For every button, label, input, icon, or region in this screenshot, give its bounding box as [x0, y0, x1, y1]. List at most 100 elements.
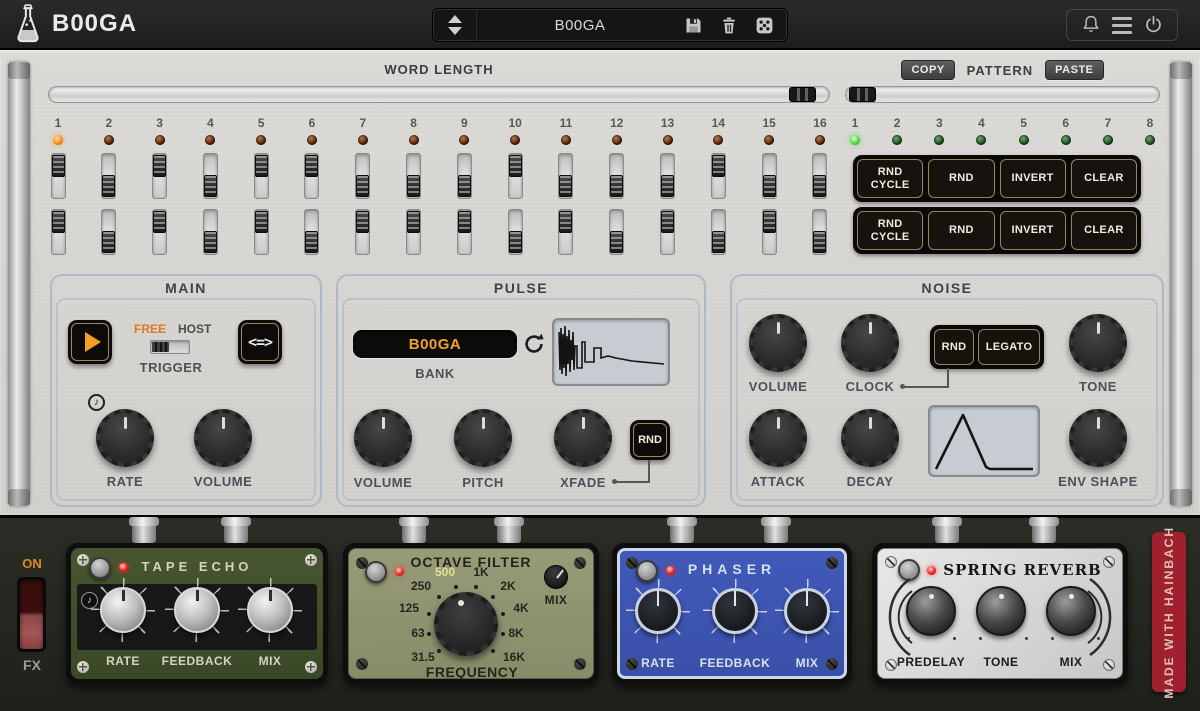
legato-button[interactable]: LEGATO [978, 329, 1040, 365]
word-length-slider[interactable] [48, 86, 830, 103]
fx-on-switch[interactable] [17, 577, 46, 652]
pulse-slider-r1-s14[interactable] [711, 153, 726, 199]
freq-option-1K[interactable]: 1K [473, 565, 488, 579]
pulse-slider-r1-s13[interactable] [660, 153, 675, 199]
preset-stepper[interactable] [433, 9, 477, 41]
clear-button[interactable]: CLEAR [1071, 211, 1137, 250]
phaser-feedback-knob[interactable] [708, 584, 762, 638]
env-shape-knob[interactable] [1069, 409, 1127, 467]
save-icon[interactable] [683, 15, 704, 36]
noise-length-slider[interactable] [845, 86, 1160, 103]
attack-knob[interactable] [749, 409, 807, 467]
phaser-rate-knob[interactable] [631, 584, 685, 638]
noise-length-slider-handle[interactable] [849, 87, 876, 102]
pulse-slider-r1-s5[interactable] [254, 153, 269, 199]
pulse-slider-r1-s10[interactable] [508, 153, 523, 199]
spring-mix-knob[interactable] [1046, 586, 1096, 636]
pulse-slider-r1-s7[interactable] [355, 153, 370, 199]
pulse-slider-r1-s6[interactable] [304, 153, 319, 199]
play-button[interactable] [68, 320, 112, 364]
freq-option-63[interactable]: 63 [411, 626, 424, 640]
preset-name[interactable]: B00GA [477, 17, 683, 34]
word-length-slider-handle[interactable] [789, 87, 816, 102]
trigger-free-label[interactable]: FREE [134, 322, 166, 336]
pulse-slider-r2-s16[interactable] [812, 209, 827, 255]
preset-up-icon[interactable] [448, 15, 462, 23]
pulse-slider-r2-s8[interactable] [406, 209, 421, 255]
xfade-rnd-button[interactable]: RND [630, 420, 670, 460]
midi-sync-button[interactable]: <=> [238, 320, 282, 364]
pulse-slider-r1-s2[interactable] [101, 153, 116, 199]
pulse-slider-r1-s8[interactable] [406, 153, 421, 199]
paste-button[interactable]: PASTE [1045, 60, 1103, 80]
copy-button[interactable]: COPY [901, 60, 954, 80]
frequency-knob[interactable] [434, 592, 498, 656]
noise-volume-knob[interactable] [749, 314, 807, 372]
clock-knob[interactable] [841, 314, 899, 372]
invert-button[interactable]: INVERT [1000, 211, 1066, 250]
pulse-slider-r1-s15[interactable] [762, 153, 777, 199]
freq-option-8K[interactable]: 8K [508, 626, 523, 640]
decay-knob[interactable] [841, 409, 899, 467]
pulse-slider-r1-s9[interactable] [457, 153, 472, 199]
rnd-cycle-button[interactable]: RND CYCLE [857, 211, 923, 250]
rate-knob[interactable] [96, 409, 154, 467]
pulse-slider-r1-s16[interactable] [812, 153, 827, 199]
pulse-slider-r2-s3[interactable] [152, 209, 167, 255]
spring-tone-knob[interactable] [976, 586, 1026, 636]
clock-rnd-button[interactable]: RND [934, 329, 974, 365]
pulse-volume-knob[interactable] [354, 409, 412, 467]
clear-button[interactable]: CLEAR [1071, 159, 1137, 198]
freq-option-2K[interactable]: 2K [500, 579, 515, 593]
tone-knob[interactable] [1069, 314, 1127, 372]
pulse-slider-r2-s2[interactable] [101, 209, 116, 255]
bank-display[interactable]: B00GA [353, 330, 517, 358]
pulse-slider-r2-s4[interactable] [203, 209, 218, 255]
invert-button[interactable]: INVERT [1000, 159, 1066, 198]
tape-mix-knob[interactable] [242, 582, 298, 638]
bell-icon[interactable] [1081, 14, 1101, 36]
pulse-slider-r1-s3[interactable] [152, 153, 167, 199]
pulse-slider-r1-s4[interactable] [203, 153, 218, 199]
pulse-slider-r2-s12[interactable] [609, 209, 624, 255]
pitch-knob[interactable] [454, 409, 512, 467]
tape-rate-knob[interactable] [95, 582, 151, 638]
trigger-host-label[interactable]: HOST [178, 322, 211, 336]
pulse-slider-r2-s5[interactable] [254, 209, 269, 255]
preset-down-icon[interactable] [448, 27, 462, 35]
main-volume-knob[interactable] [194, 409, 252, 467]
freq-option-16K[interactable]: 16K [503, 650, 525, 664]
rnd-button[interactable]: RND [928, 159, 994, 198]
rnd-button[interactable]: RND [928, 211, 994, 250]
menu-icon[interactable] [1112, 17, 1132, 34]
pulse-slider-r1-s12[interactable] [609, 153, 624, 199]
freq-option-250[interactable]: 250 [411, 579, 431, 593]
dice-icon[interactable] [754, 15, 775, 36]
power-icon[interactable] [1143, 14, 1164, 36]
trigger-switch[interactable] [150, 340, 190, 354]
pulse-slider-r2-s1[interactable] [51, 209, 66, 255]
trigger-switch-handle[interactable] [152, 342, 169, 352]
pulse-slider-r2-s14[interactable] [711, 209, 726, 255]
octave-mix-knob[interactable] [544, 565, 568, 589]
pulse-slider-r2-s9[interactable] [457, 209, 472, 255]
trash-icon[interactable] [719, 15, 739, 36]
xfade-knob[interactable] [554, 409, 612, 467]
freq-option-31.5[interactable]: 31.5 [411, 650, 434, 664]
pulse-slider-r2-s13[interactable] [660, 209, 675, 255]
pulse-slider-r1-s1[interactable] [51, 153, 66, 199]
phaser-mix-knob[interactable] [780, 584, 834, 638]
pulse-slider-r2-s11[interactable] [558, 209, 573, 255]
preset-selector[interactable]: B00GA [432, 8, 788, 42]
reload-icon[interactable] [522, 332, 546, 356]
pulse-slider-r1-s11[interactable] [558, 153, 573, 199]
tape-feedback-knob[interactable] [169, 582, 225, 638]
freq-option-125[interactable]: 125 [399, 601, 419, 615]
pulse-slider-r2-s7[interactable] [355, 209, 370, 255]
freq-option-500[interactable]: 500 [435, 565, 455, 579]
pulse-slider-r2-s6[interactable] [304, 209, 319, 255]
freq-option-4K[interactable]: 4K [513, 601, 528, 615]
pulse-slider-r2-s10[interactable] [508, 209, 523, 255]
pulse-slider-r2-s15[interactable] [762, 209, 777, 255]
rnd-cycle-button[interactable]: RND CYCLE [857, 159, 923, 198]
